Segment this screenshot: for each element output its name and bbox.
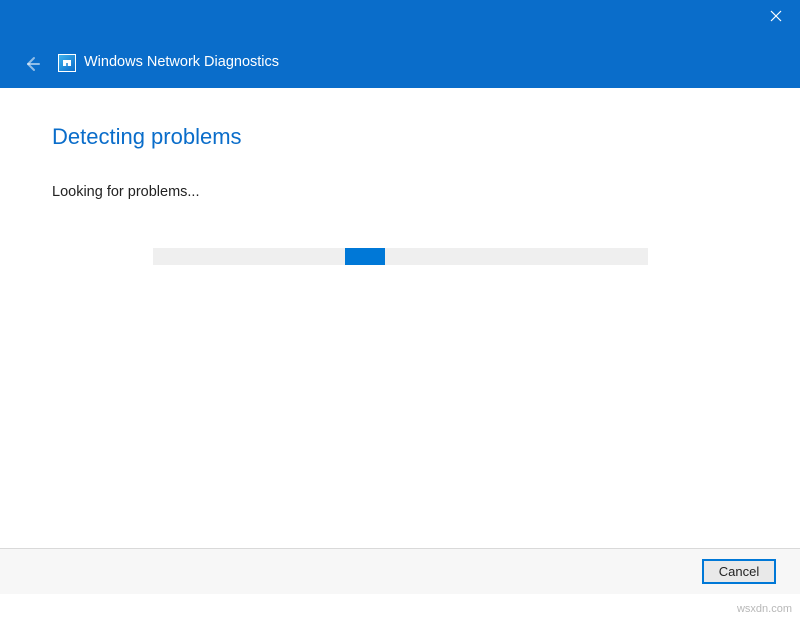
cancel-button[interactable]: Cancel [702, 559, 776, 584]
back-button[interactable] [20, 52, 44, 76]
watermark: wsxdn.com [737, 603, 792, 615]
content-area: Detecting problems Looking for problems.… [0, 88, 800, 265]
status-text: Looking for problems... [52, 184, 748, 200]
close-icon [770, 10, 782, 22]
close-button[interactable] [752, 0, 800, 32]
app-title: Windows Network Diagnostics [84, 54, 279, 70]
footer: Cancel [0, 548, 800, 594]
titlebar: Windows Network Diagnostics [0, 0, 800, 88]
app-icon [58, 54, 76, 72]
progress-bar [153, 248, 648, 265]
progress-fill [345, 248, 385, 265]
page-heading: Detecting problems [52, 124, 748, 150]
back-arrow-icon [24, 56, 40, 72]
